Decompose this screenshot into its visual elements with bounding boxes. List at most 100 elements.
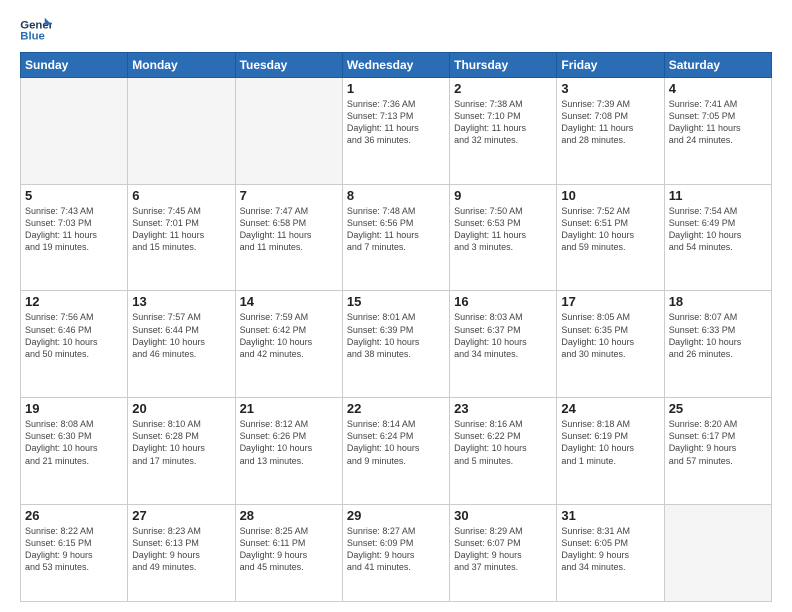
calendar-cell: 25 Sunrise: 8:20 AM Sunset: 6:17 PM Dayli… xyxy=(664,398,771,505)
day-info: Sunrise: 7:43 AM Sunset: 7:03 PM Dayligh… xyxy=(25,205,123,254)
day-number: 12 xyxy=(25,294,123,309)
weekday-header-tuesday: Tuesday xyxy=(235,53,342,78)
header: General Blue xyxy=(20,16,772,44)
calendar-cell: 15Sunrise: 8:01 AM Sunset: 6:39 PM Dayli… xyxy=(342,291,449,398)
day-info: Sunrise: 7:52 AM Sunset: 6:51 PM Dayligh… xyxy=(561,205,659,254)
day-info: Sunrise: 7:57 AM Sunset: 6:44 PM Dayligh… xyxy=(132,311,230,360)
day-info: Sunrise: 8:31 AM Sunset: 6:05 PM Dayligh… xyxy=(561,525,659,574)
calendar-cell: 18 Sunrise: 8:07 AM Sunset: 6:33 PM Dayli… xyxy=(664,291,771,398)
calendar-cell: 23 Sunrise: 8:16 AM Sunset: 6:22 PM Dayli… xyxy=(450,398,557,505)
day-info: Sunrise: 7:50 AM Sunset: 6:53 PM Dayligh… xyxy=(454,205,552,254)
day-number: 29 xyxy=(347,508,445,523)
day-info: Sunrise: 7:36 AM Sunset: 7:13 PM Dayligh… xyxy=(347,98,445,147)
svg-text:Blue: Blue xyxy=(20,31,45,43)
calendar-cell: 31 Sunrise: 8:31 AM Sunset: 6:05 PM Dayli… xyxy=(557,504,664,601)
week-row-3: 19 Sunrise: 8:08 AM Sunset: 6:30 PM Dayli… xyxy=(21,398,772,505)
weekday-header-friday: Friday xyxy=(557,53,664,78)
day-info: Sunrise: 7:41 AM Sunset: 7:05 PM Dayligh… xyxy=(669,98,767,147)
day-number: 25 xyxy=(669,401,767,416)
day-number: 30 xyxy=(454,508,552,523)
day-info: Sunrise: 8:25 AM Sunset: 6:11 PM Dayligh… xyxy=(240,525,338,574)
logo-icon: General Blue xyxy=(20,16,52,44)
day-info: Sunrise: 8:29 AM Sunset: 6:07 PM Dayligh… xyxy=(454,525,552,574)
calendar-cell xyxy=(664,504,771,601)
calendar-cell: 5 Sunrise: 7:43 AM Sunset: 7:03 PM Daylig… xyxy=(21,184,128,291)
calendar-cell: 4 Sunrise: 7:41 AM Sunset: 7:05 PM Daylig… xyxy=(664,78,771,185)
day-number: 4 xyxy=(669,81,767,96)
day-number: 10 xyxy=(561,188,659,203)
calendar-cell: 16 Sunrise: 8:03 AM Sunset: 6:37 PM Dayli… xyxy=(450,291,557,398)
logo: General Blue xyxy=(20,16,52,44)
day-info: Sunrise: 8:16 AM Sunset: 6:22 PM Dayligh… xyxy=(454,418,552,467)
calendar-cell xyxy=(128,78,235,185)
day-info: Sunrise: 8:27 AM Sunset: 6:09 PM Dayligh… xyxy=(347,525,445,574)
calendar-cell: 10 Sunrise: 7:52 AM Sunset: 6:51 PM Dayli… xyxy=(557,184,664,291)
calendar-cell xyxy=(21,78,128,185)
day-info: Sunrise: 8:18 AM Sunset: 6:19 PM Dayligh… xyxy=(561,418,659,467)
weekday-header-monday: Monday xyxy=(128,53,235,78)
weekday-header-wednesday: Wednesday xyxy=(342,53,449,78)
day-number: 19 xyxy=(25,401,123,416)
calendar-cell: 14Sunrise: 7:59 AM Sunset: 6:42 PM Dayli… xyxy=(235,291,342,398)
day-number: 6 xyxy=(132,188,230,203)
page: General Blue SundayMondayTuesdayWednesda… xyxy=(0,0,792,612)
weekday-header-thursday: Thursday xyxy=(450,53,557,78)
calendar-cell: 9 Sunrise: 7:50 AM Sunset: 6:53 PM Daylig… xyxy=(450,184,557,291)
day-number: 23 xyxy=(454,401,552,416)
day-number: 14 xyxy=(240,294,338,309)
day-number: 1 xyxy=(347,81,445,96)
day-number: 2 xyxy=(454,81,552,96)
day-number: 24 xyxy=(561,401,659,416)
day-number: 18 xyxy=(669,294,767,309)
day-number: 27 xyxy=(132,508,230,523)
calendar-cell: 17Sunrise: 8:05 AM Sunset: 6:35 PM Dayli… xyxy=(557,291,664,398)
week-row-4: 26 Sunrise: 8:22 AM Sunset: 6:15 PM Dayli… xyxy=(21,504,772,601)
calendar-cell: 22Sunrise: 8:14 AM Sunset: 6:24 PM Dayli… xyxy=(342,398,449,505)
calendar-cell: 8 Sunrise: 7:48 AM Sunset: 6:56 PM Daylig… xyxy=(342,184,449,291)
day-number: 13 xyxy=(132,294,230,309)
calendar-cell: 12 Sunrise: 7:56 AM Sunset: 6:46 PM Dayli… xyxy=(21,291,128,398)
day-info: Sunrise: 8:05 AM Sunset: 6:35 PM Dayligh… xyxy=(561,311,659,360)
day-info: Sunrise: 7:56 AM Sunset: 6:46 PM Dayligh… xyxy=(25,311,123,360)
weekday-header-sunday: Sunday xyxy=(21,53,128,78)
day-number: 5 xyxy=(25,188,123,203)
calendar-cell: 19 Sunrise: 8:08 AM Sunset: 6:30 PM Dayli… xyxy=(21,398,128,505)
day-number: 8 xyxy=(347,188,445,203)
calendar-cell: 20 Sunrise: 8:10 AM Sunset: 6:28 PM Dayli… xyxy=(128,398,235,505)
calendar-cell: 26 Sunrise: 8:22 AM Sunset: 6:15 PM Dayli… xyxy=(21,504,128,601)
day-number: 26 xyxy=(25,508,123,523)
calendar-cell: 7 Sunrise: 7:47 AM Sunset: 6:58 PM Daylig… xyxy=(235,184,342,291)
day-info: Sunrise: 7:54 AM Sunset: 6:49 PM Dayligh… xyxy=(669,205,767,254)
day-info: Sunrise: 7:39 AM Sunset: 7:08 PM Dayligh… xyxy=(561,98,659,147)
calendar-cell: 29 Sunrise: 8:27 AM Sunset: 6:09 PM Dayli… xyxy=(342,504,449,601)
day-number: 11 xyxy=(669,188,767,203)
day-number: 20 xyxy=(132,401,230,416)
day-info: Sunrise: 7:47 AM Sunset: 6:58 PM Dayligh… xyxy=(240,205,338,254)
calendar-cell: 28 Sunrise: 8:25 AM Sunset: 6:11 PM Dayli… xyxy=(235,504,342,601)
calendar-table: SundayMondayTuesdayWednesdayThursdayFrid… xyxy=(20,52,772,602)
day-info: Sunrise: 8:10 AM Sunset: 6:28 PM Dayligh… xyxy=(132,418,230,467)
day-number: 16 xyxy=(454,294,552,309)
week-row-0: 1 Sunrise: 7:36 AM Sunset: 7:13 PM Daylig… xyxy=(21,78,772,185)
weekday-header-row: SundayMondayTuesdayWednesdayThursdayFrid… xyxy=(21,53,772,78)
day-info: Sunrise: 8:22 AM Sunset: 6:15 PM Dayligh… xyxy=(25,525,123,574)
day-info: Sunrise: 7:48 AM Sunset: 6:56 PM Dayligh… xyxy=(347,205,445,254)
day-info: Sunrise: 8:12 AM Sunset: 6:26 PM Dayligh… xyxy=(240,418,338,467)
calendar-cell: 11 Sunrise: 7:54 AM Sunset: 6:49 PM Dayli… xyxy=(664,184,771,291)
calendar-cell xyxy=(235,78,342,185)
day-info: Sunrise: 8:03 AM Sunset: 6:37 PM Dayligh… xyxy=(454,311,552,360)
day-number: 7 xyxy=(240,188,338,203)
day-number: 28 xyxy=(240,508,338,523)
day-info: Sunrise: 8:08 AM Sunset: 6:30 PM Dayligh… xyxy=(25,418,123,467)
day-info: Sunrise: 8:23 AM Sunset: 6:13 PM Dayligh… xyxy=(132,525,230,574)
day-number: 9 xyxy=(454,188,552,203)
day-info: Sunrise: 8:01 AM Sunset: 6:39 PM Dayligh… xyxy=(347,311,445,360)
day-info: Sunrise: 8:20 AM Sunset: 6:17 PM Dayligh… xyxy=(669,418,767,467)
calendar-cell: 2 Sunrise: 7:38 AM Sunset: 7:10 PM Daylig… xyxy=(450,78,557,185)
day-info: Sunrise: 8:14 AM Sunset: 6:24 PM Dayligh… xyxy=(347,418,445,467)
calendar-cell: 6Sunrise: 7:45 AM Sunset: 7:01 PM Daylig… xyxy=(128,184,235,291)
day-number: 31 xyxy=(561,508,659,523)
day-info: Sunrise: 8:07 AM Sunset: 6:33 PM Dayligh… xyxy=(669,311,767,360)
day-info: Sunrise: 7:38 AM Sunset: 7:10 PM Dayligh… xyxy=(454,98,552,147)
calendar-cell: 3Sunrise: 7:39 AM Sunset: 7:08 PM Daylig… xyxy=(557,78,664,185)
